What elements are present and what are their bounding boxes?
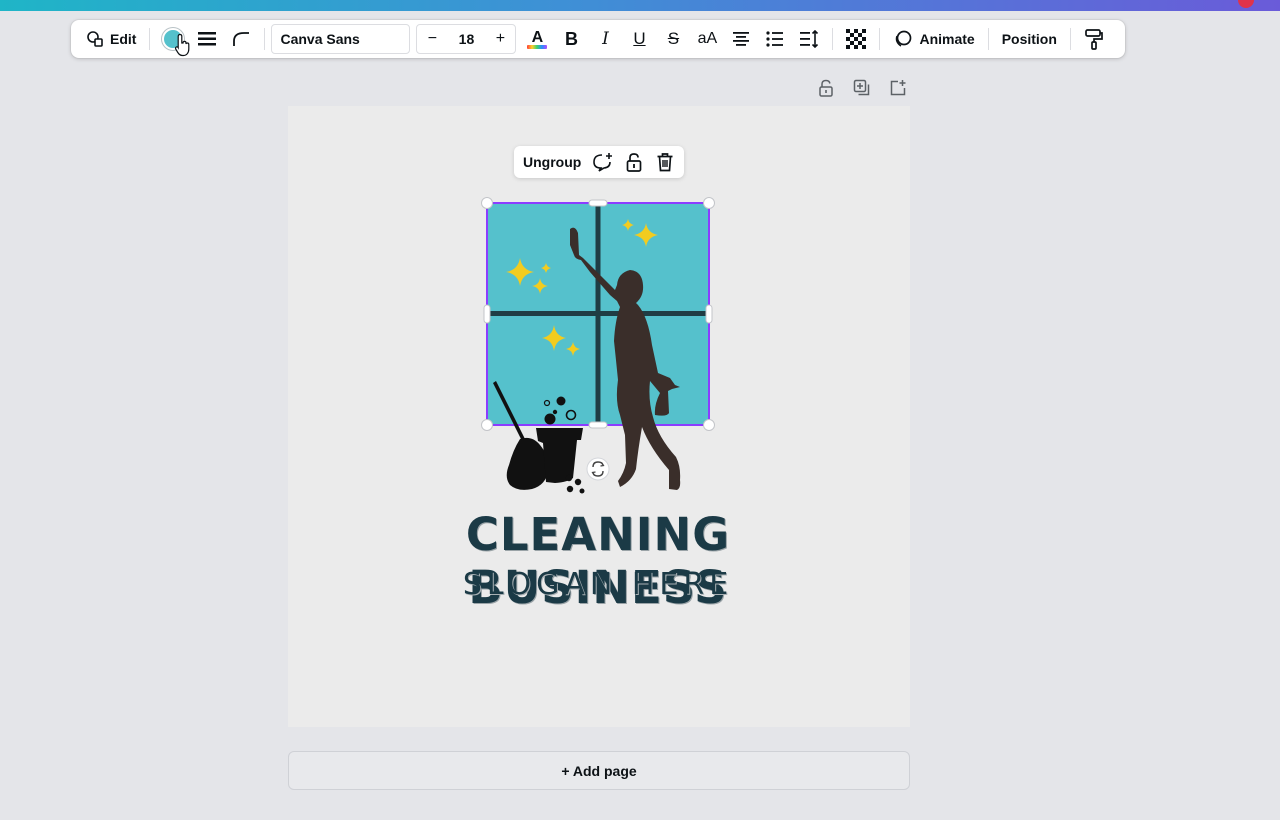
increase-font-size-button[interactable]: +: [485, 25, 515, 53]
letter-case-button[interactable]: aA: [690, 24, 724, 54]
toolbar-divider: [987, 28, 989, 50]
text-color-rainbow-bar: [527, 44, 548, 49]
animate-button[interactable]: Animate: [886, 24, 981, 54]
rotate-handle-icon[interactable]: [586, 457, 610, 481]
duplicate-page-icon: [853, 79, 870, 96]
add-page-icon: [890, 80, 906, 96]
bold-button[interactable]: B: [554, 24, 588, 54]
italic-icon: I: [602, 29, 609, 49]
transparency-button[interactable]: [839, 24, 873, 54]
strikethrough-button[interactable]: S: [656, 24, 690, 54]
notification-dot: [1238, 0, 1254, 8]
toolbar-divider: [879, 28, 881, 50]
list-button[interactable]: [758, 24, 792, 54]
toolbar-divider: [264, 28, 266, 50]
bubble: [566, 485, 574, 493]
bubble: [556, 396, 566, 406]
comment-add-icon: [592, 153, 612, 172]
corner-rounding-icon: [233, 32, 250, 46]
text-color-button[interactable]: A: [520, 24, 554, 54]
lock-icon: [819, 79, 833, 97]
cleaning-logo-graphic[interactable]: [480, 195, 720, 500]
add-page-button[interactable]: + Add page: [288, 751, 910, 790]
selection-action-bar: Ungroup: [514, 146, 684, 178]
edit-button[interactable]: Edit: [79, 24, 143, 54]
context-toolbar: Edit Canva Sans − 18 + A B I U S aA Anim…: [71, 20, 1125, 58]
lock-element-button[interactable]: [618, 148, 649, 176]
toolbar-divider: [1069, 28, 1071, 50]
corner-rounding-button[interactable]: [224, 24, 258, 54]
trash-icon: [657, 153, 673, 172]
window-frame-horizontal: [487, 311, 709, 316]
paint-roller-icon: [1085, 29, 1103, 50]
decrease-font-size-button[interactable]: −: [417, 25, 447, 53]
font-size-value[interactable]: 18: [448, 31, 484, 47]
letter-case-icon: aA: [697, 30, 718, 47]
bubble: [565, 474, 573, 482]
bold-icon: B: [564, 28, 578, 49]
underline-button[interactable]: U: [622, 24, 656, 54]
toolbar-divider: [832, 28, 834, 50]
border-style-icon: [198, 32, 217, 46]
font-name: Canva Sans: [280, 31, 360, 47]
font-family-select[interactable]: Canva Sans: [271, 24, 411, 54]
bubble: [579, 488, 585, 494]
italic-button[interactable]: I: [588, 24, 622, 54]
underline-icon: U: [633, 29, 646, 48]
align-center-icon: [733, 32, 750, 46]
position-label: Position: [1001, 31, 1057, 47]
add-page-icon-button[interactable]: [886, 76, 910, 100]
transparency-icon: [846, 29, 867, 49]
animate-label: Animate: [919, 31, 975, 47]
font-size-stepper: − 18 +: [416, 24, 517, 54]
position-button[interactable]: Position: [995, 24, 1064, 54]
ungroup-button[interactable]: Ungroup: [522, 154, 587, 170]
lock-icon: [626, 153, 642, 172]
top-accent-bar: [0, 0, 1280, 11]
edit-label: Edit: [110, 31, 137, 47]
animate-icon: [896, 30, 912, 47]
bubble: [574, 478, 582, 486]
logo-slogan-text[interactable]: SLOGAN HERE: [338, 567, 858, 602]
shape-edit-icon: [87, 31, 103, 47]
duplicate-page-button[interactable]: [850, 76, 874, 100]
color-swatch: [162, 28, 185, 50]
strikethrough-icon: S: [667, 29, 680, 48]
spacing-button[interactable]: [792, 24, 826, 54]
text-color-icon: A: [531, 28, 544, 46]
lock-page-button[interactable]: [814, 76, 838, 100]
bubble: [552, 409, 558, 415]
copy-style-button[interactable]: [1077, 24, 1111, 54]
toolbar-divider: [149, 28, 151, 50]
page-actions: [814, 76, 910, 100]
alignment-button[interactable]: [724, 24, 758, 54]
comment-add-button[interactable]: [587, 148, 618, 176]
border-style-button[interactable]: [190, 24, 224, 54]
list-icon: [766, 31, 784, 47]
delete-button[interactable]: [649, 148, 680, 176]
color-button[interactable]: [156, 24, 190, 54]
bubble: [544, 413, 556, 425]
spacing-icon: [800, 30, 819, 48]
